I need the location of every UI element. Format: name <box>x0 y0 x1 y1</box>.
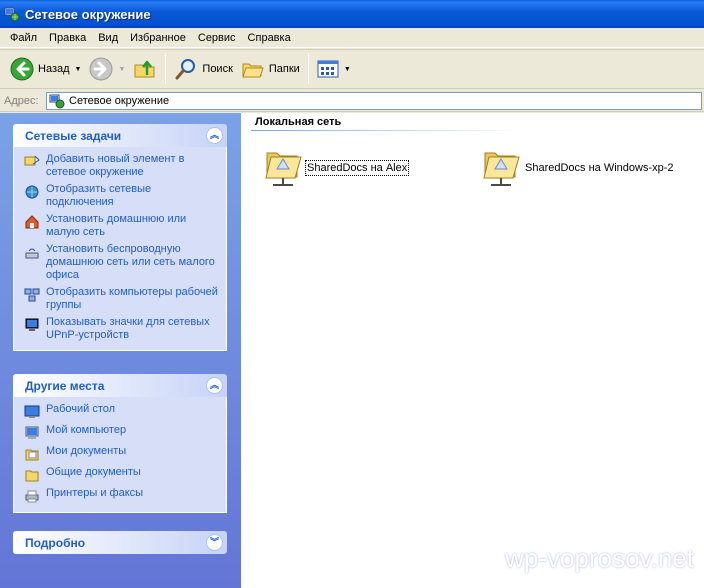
collapse-icon[interactable]: ︽ <box>206 127 223 144</box>
place-label: Общие документы <box>46 466 141 478</box>
watermark: wp-voprosov.net <box>505 543 694 573</box>
other-places-header[interactable]: Другие места ︽ <box>13 374 227 397</box>
forward-button[interactable]: ▼ <box>85 53 129 85</box>
place-shared-documents[interactable]: Общие документы <box>24 466 220 483</box>
address-value: Сетевое окружение <box>69 94 170 107</box>
back-dropdown-icon[interactable]: ▼ <box>75 66 82 73</box>
place-desktop[interactable]: Рабочий стол <box>24 403 220 420</box>
search-label: Поиск <box>202 63 233 75</box>
address-label: Адрес: <box>4 94 39 107</box>
other-places-title: Другие места <box>25 378 105 393</box>
network-connections-icon <box>25 185 39 199</box>
menu-help[interactable]: Справка <box>242 29 297 47</box>
network-tasks-panel: Сетевые задачи ︽ Добавить новый элемент … <box>13 124 227 351</box>
menu-bar: Файл Правка Вид Избранное Сервис Справка <box>0 28 704 48</box>
details-title: Подробно <box>25 535 86 550</box>
address-field[interactable]: Сетевое окружение <box>46 91 702 110</box>
up-folder-button[interactable] <box>129 53 161 85</box>
address-bar: Адрес: Сетевое окружение <box>0 90 704 112</box>
printers-icon <box>25 490 39 503</box>
forward-arrow-icon <box>89 57 113 81</box>
my-computer-icon <box>25 426 39 439</box>
place-my-computer[interactable]: Мой компьютер <box>24 424 220 441</box>
search-icon <box>175 59 196 80</box>
task-label: Установить беспроводную домашнюю сеть ил… <box>46 243 215 281</box>
expand-icon[interactable]: ︾ <box>206 534 223 551</box>
network-share-folder-icon <box>483 152 520 186</box>
views-button[interactable]: ▼ <box>313 53 355 85</box>
task-add-network-place[interactable]: Добавить новый элемент в сетевое окружен… <box>24 153 220 179</box>
workgroup-icon <box>24 288 40 302</box>
network-places-icon <box>49 94 65 108</box>
other-places-panel: Другие места ︽ Рабочий стол Мой компьюте… <box>13 374 227 513</box>
task-wireless-network[interactable]: Установить беспроводную домашнюю сеть ил… <box>24 243 220 282</box>
network-places-icon <box>4 7 20 22</box>
task-label: Установить домашнюю или малую сеть <box>46 213 187 238</box>
group-header: Локальная сеть <box>255 116 342 128</box>
views-icon <box>317 60 339 78</box>
search-button[interactable]: Поиск <box>170 53 236 85</box>
details-panel: Подробно ︾ <box>13 531 227 554</box>
share-label: SharedDocs на Windows-xp-2 <box>525 162 674 174</box>
forward-dropdown-icon[interactable]: ▼ <box>118 66 125 73</box>
task-label: Добавить новый элемент в сетевое окружен… <box>46 153 185 178</box>
network-tasks-title: Сетевые задачи <box>25 128 122 143</box>
content-area: Локальная сеть SharedDocs на Alex Shared… <box>241 113 704 588</box>
desktop-icon <box>24 405 40 418</box>
network-share-folder-icon <box>265 152 302 186</box>
place-label: Мои документы <box>46 445 127 457</box>
details-header[interactable]: Подробно ︾ <box>13 531 227 554</box>
menu-favorites[interactable]: Избранное <box>124 29 192 47</box>
upnp-icon <box>25 318 39 331</box>
place-printers[interactable]: Принтеры и факсы <box>24 487 220 504</box>
folders-label: Папки <box>268 63 300 75</box>
collapse-icon[interactable]: ︽ <box>206 377 223 394</box>
shared-documents-icon <box>25 470 39 482</box>
share-item-alex[interactable]: SharedDocs на Alex <box>263 145 410 191</box>
folders-button[interactable]: Папки <box>237 53 304 85</box>
back-label: Назад <box>38 63 70 75</box>
toolbar: Назад ▼ ▼ Поиск Папки ▼ <box>0 49 704 89</box>
menu-edit[interactable]: Правка <box>43 29 92 47</box>
add-network-place-icon <box>24 155 40 166</box>
share-item-windows-xp-2[interactable]: SharedDocs на Windows-xp-2 <box>481 145 674 191</box>
task-label: Показывать значки для сетевых UPnP-устро… <box>46 316 210 341</box>
task-label: Отобразить сетевые подключения <box>46 183 152 208</box>
share-label: SharedDocs на Alex <box>304 160 410 176</box>
task-pane: Сетевые задачи ︽ Добавить новый элемент … <box>0 113 241 588</box>
back-arrow-icon <box>10 57 34 81</box>
place-label: Рабочий стол <box>46 403 116 415</box>
place-label: Мой компьютер <box>46 424 127 436</box>
title-bar[interactable]: Сетевое окружение <box>0 0 704 28</box>
menu-tools[interactable]: Сервис <box>192 29 242 47</box>
menu-file[interactable]: Файл <box>4 29 43 47</box>
my-documents-icon <box>25 449 39 461</box>
place-my-documents[interactable]: Мои документы <box>24 445 220 462</box>
task-upnp[interactable]: Показывать значки для сетевых UPnP-устро… <box>24 316 220 342</box>
wireless-network-icon <box>25 248 39 259</box>
task-network-connections[interactable]: Отобразить сетевые подключения <box>24 183 220 209</box>
folders-icon <box>242 63 264 78</box>
menu-view[interactable]: Вид <box>92 29 124 47</box>
back-button[interactable]: Назад ▼ <box>6 53 85 85</box>
task-home-network[interactable]: Установить домашнюю или малую сеть <box>24 213 220 239</box>
up-folder-icon <box>134 60 155 78</box>
toolbar-separator <box>307 54 309 84</box>
home-network-icon <box>25 215 39 229</box>
toolbar-separator <box>165 54 167 84</box>
window-title: Сетевое окружение <box>25 6 151 22</box>
views-dropdown-icon[interactable]: ▼ <box>344 66 351 73</box>
network-tasks-header[interactable]: Сетевые задачи ︽ <box>13 124 227 147</box>
group-divider <box>251 130 521 131</box>
task-label: Отобразить компьютеры рабочей группы <box>46 286 218 311</box>
place-label: Принтеры и факсы <box>46 487 144 499</box>
task-workgroup[interactable]: Отобразить компьютеры рабочей группы <box>24 286 220 312</box>
